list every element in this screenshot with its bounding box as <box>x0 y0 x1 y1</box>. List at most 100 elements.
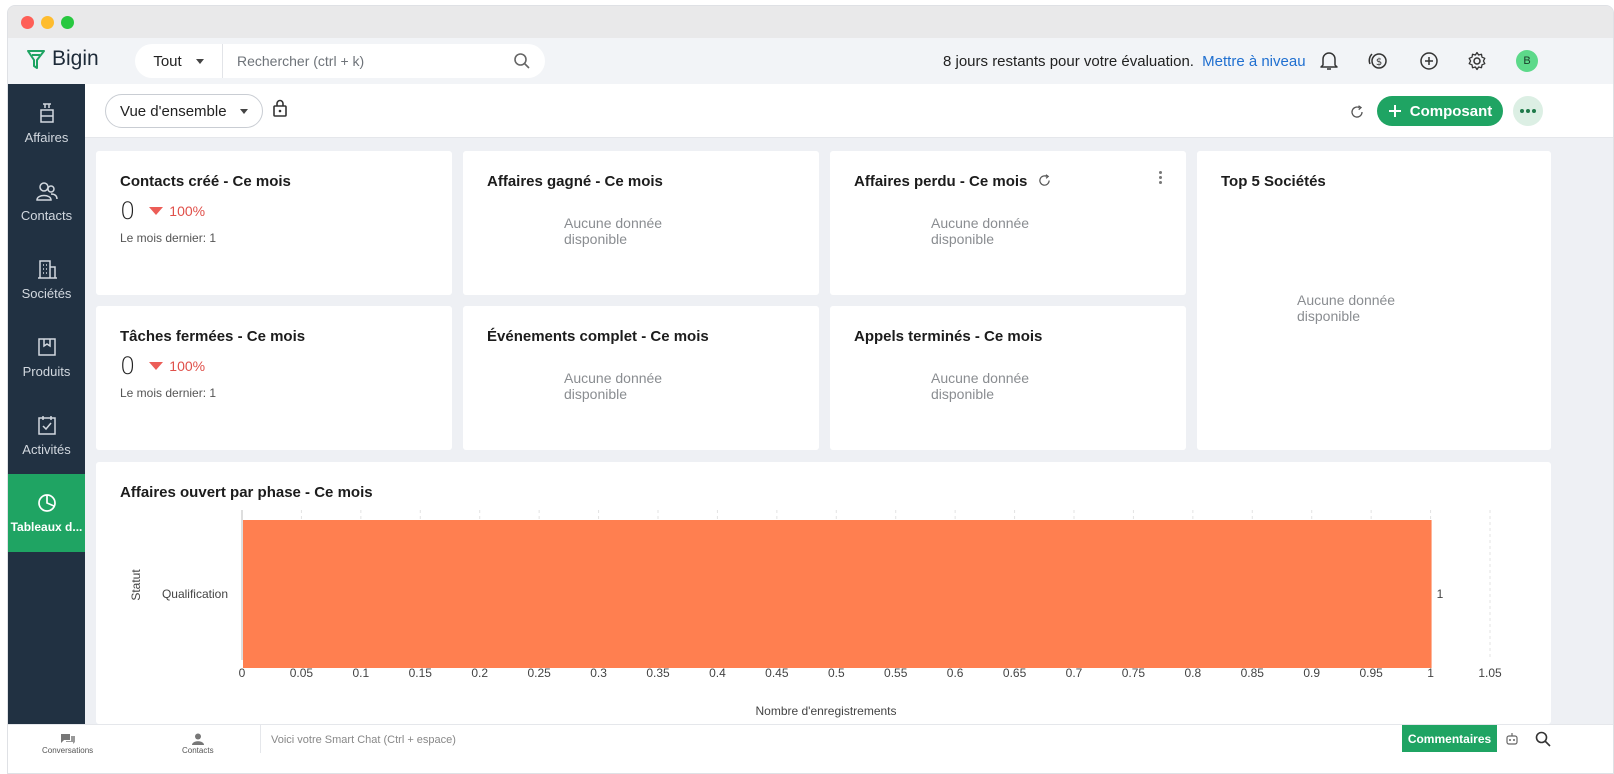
card-title: Affaires perdu - Ce mois <box>854 173 1051 190</box>
person-icon <box>191 733 204 745</box>
top-companies-card[interactable]: Top 5 Sociétés Aucune donnée disponible <box>1197 151 1551 450</box>
user-avatar[interactable]: B <box>1516 50 1538 72</box>
notifications-button[interactable] <box>1318 50 1340 72</box>
svg-text:$: $ <box>1376 57 1382 68</box>
deals-lost-card[interactable]: Affaires perdu - Ce mois Aucune donnée d… <box>830 151 1186 295</box>
x-tick-label: 0 <box>239 666 246 680</box>
lock-icon[interactable] <box>272 99 288 117</box>
triangle-down-icon <box>149 362 164 370</box>
x-tick-label: 0.95 <box>1359 666 1383 680</box>
calls-completed-card[interactable]: Appels terminés - Ce mois Aucune donnée … <box>830 306 1186 450</box>
x-tick-label: 0.55 <box>884 666 908 680</box>
x-tick-label: 0.45 <box>765 666 789 680</box>
trend-indicator: 100% <box>149 358 205 374</box>
add-component-button[interactable]: Composant <box>1377 96 1503 126</box>
chevron-down-icon <box>240 108 248 114</box>
trial-message: 8 jours restants pour votre évaluation. <box>943 53 1194 70</box>
upgrade-link[interactable]: Mettre à niveau <box>1202 53 1305 70</box>
events-completed-card[interactable]: Événements complet - Ce mois Aucune donn… <box>463 306 819 450</box>
card-title: Top 5 Sociétés <box>1221 173 1326 190</box>
dashboard-content: Vue d'ensemble Composant Contacts créé -… <box>85 84 1613 724</box>
sidebar-item-label: Tableaux d... <box>10 520 83 534</box>
deals-won-card[interactable]: Affaires gagné - Ce mois Aucune donnée d… <box>463 151 819 295</box>
triangle-down-icon <box>149 207 164 215</box>
title-bar <box>8 6 1613 38</box>
bar-data-label: 1 <box>1437 587 1444 601</box>
x-tick-label: 0.7 <box>1066 666 1083 680</box>
no-data-message: Aucune donnée disponible <box>564 215 663 247</box>
sidebar-item-societes[interactable]: Sociétés <box>8 240 85 318</box>
settings-button[interactable] <box>1466 50 1488 72</box>
x-tick-label: 0.1 <box>353 666 370 680</box>
contacts-icon <box>35 181 58 201</box>
activities-icon <box>37 415 56 435</box>
bar-qualification <box>243 520 1432 668</box>
bigin-logo-icon <box>27 50 45 69</box>
x-tick-label: 0.15 <box>409 666 433 680</box>
metric-value: 0 <box>120 197 136 225</box>
search-icon[interactable] <box>1535 731 1551 747</box>
x-axis-label: Nombre d'enregistrements <box>755 704 896 718</box>
sidebar-item-tableaux[interactable]: Tableaux d... <box>8 474 85 552</box>
companies-icon <box>37 259 57 279</box>
tasks-closed-card[interactable]: Tâches fermées - Ce mois 0 100% Le mois … <box>96 306 452 450</box>
plus-circle-icon <box>1420 52 1438 70</box>
x-tick-label: 0.65 <box>1003 666 1027 680</box>
last-month-value: Le mois dernier: 1 <box>120 386 217 400</box>
sidebar-item-activites[interactable]: Activités <box>8 396 85 474</box>
x-tick-label: 0.85 <box>1241 666 1265 680</box>
refresh-icon[interactable] <box>1350 105 1364 119</box>
x-tick-label: 0.25 <box>527 666 551 680</box>
smart-chat-input[interactable]: Voici votre Smart Chat (Ctrl + espace) <box>260 725 1400 753</box>
x-tick-label: 1 <box>1427 666 1434 680</box>
dashboard-toolbar: Vue d'ensemble Composant <box>85 84 1613 138</box>
app-window: Bigin Tout 8 jours restants pour votre é… <box>7 5 1614 774</box>
contacts-label: Contacts <box>182 746 214 755</box>
y-axis-label: Statut <box>129 569 143 601</box>
no-data-message: Aucune donnée disponible <box>931 215 1030 247</box>
x-tick-label: 0.2 <box>471 666 488 680</box>
add-component-label: Composant <box>1409 102 1493 120</box>
no-data-message: Aucune donnée disponible <box>1297 292 1396 324</box>
sidebar-item-label: Sociétés <box>21 285 72 301</box>
search-input[interactable] <box>223 53 493 69</box>
bar-chart: 0 0.05 0.1 0.15 0.2 0.25 0.3 0.35 0.4 0.45 0.5 0.55… <box>129 510 1502 718</box>
refresh-icon[interactable] <box>1038 174 1051 187</box>
bot-icon[interactable] <box>1505 732 1519 746</box>
billing-button[interactable]: $ <box>1367 50 1389 72</box>
x-tick-label: 0.75 <box>1122 666 1146 680</box>
x-tick-label: 0.35 <box>646 666 670 680</box>
sidebar-item-label: Contacts <box>20 207 73 223</box>
close-window-button[interactable] <box>21 16 34 29</box>
card-menu-button[interactable] <box>1159 171 1162 184</box>
card-title: Contacts créé - Ce mois <box>120 173 291 190</box>
deals-icon <box>39 102 54 123</box>
sidebar-item-label: Affaires <box>24 129 69 145</box>
conversations-button[interactable]: Conversations <box>42 733 93 755</box>
x-tick-label: 1.05 <box>1478 666 1502 680</box>
dollar-cycle-icon: $ <box>1368 53 1387 69</box>
open-deals-by-stage-card[interactable]: Affaires ouvert par phase - Ce mois 0 0.0… <box>96 462 1551 724</box>
app-name: Bigin <box>52 47 99 70</box>
sidebar-item-contacts[interactable]: Contacts <box>8 162 85 240</box>
view-selector-label: Vue d'ensemble <box>120 102 227 120</box>
contacts-created-card[interactable]: Contacts créé - Ce mois 0 100% Le mois d… <box>96 151 452 295</box>
maximize-window-button[interactable] <box>61 16 74 29</box>
contacts-button[interactable]: Contacts <box>182 733 214 755</box>
global-search: Tout <box>135 44 545 78</box>
last-month-value: Le mois dernier: 1 <box>120 231 217 245</box>
sidebar-item-produits[interactable]: Produits <box>8 318 85 396</box>
quick-create-button[interactable] <box>1418 50 1440 72</box>
dashboard-icon <box>37 494 56 512</box>
more-options-button[interactable] <box>1513 96 1543 126</box>
sidebar-item-affaires[interactable]: Affaires <box>8 84 85 162</box>
view-selector[interactable]: Vue d'ensemble <box>105 94 263 128</box>
search-icon[interactable] <box>513 52 531 70</box>
x-tick-label: 0.9 <box>1303 666 1320 680</box>
search-scope-dropdown[interactable]: Tout <box>135 44 223 78</box>
minimize-window-button[interactable] <box>41 16 54 29</box>
trend-percent: 100% <box>169 358 206 374</box>
app-logo[interactable]: Bigin <box>26 47 99 71</box>
x-tick-label: 0.4 <box>709 666 726 680</box>
comments-button[interactable]: Commentaires <box>1402 725 1497 752</box>
